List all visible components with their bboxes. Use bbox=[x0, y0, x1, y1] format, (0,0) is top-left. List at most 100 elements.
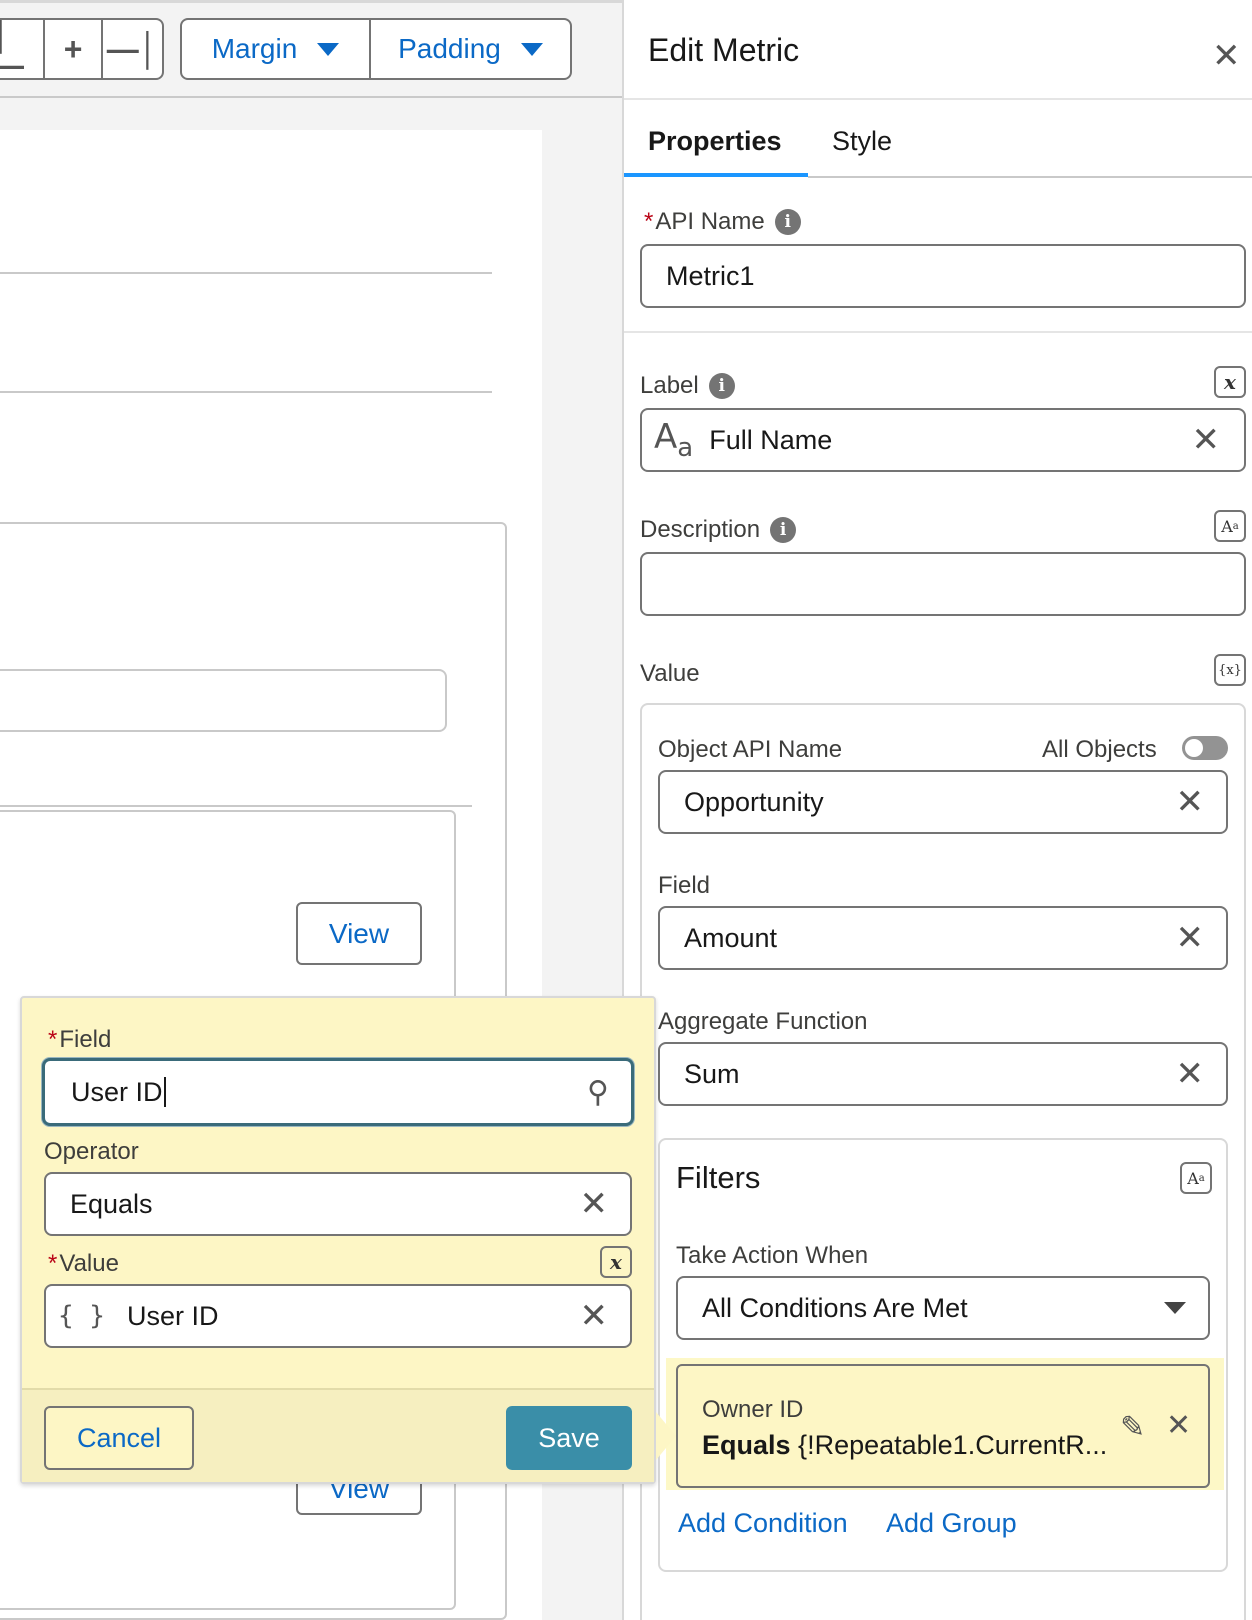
aggregate-function-input[interactable]: Sum ✕ bbox=[658, 1042, 1228, 1106]
popover-value-label: *Value bbox=[48, 1250, 119, 1278]
text-type-icon[interactable]: Aa bbox=[1214, 510, 1246, 542]
search-icon[interactable]: ⚲ bbox=[587, 1075, 609, 1110]
alignment-button-group: │— + —│ bbox=[0, 18, 164, 80]
description-input[interactable] bbox=[640, 552, 1246, 616]
field-value: Amount bbox=[684, 922, 778, 953]
required-indicator: * bbox=[48, 1026, 58, 1053]
all-objects-toggle[interactable] bbox=[1182, 736, 1228, 760]
save-button-label: Save bbox=[538, 1422, 600, 1453]
popover-field-label-text: Field bbox=[59, 1026, 112, 1053]
text-type-icon: Aa bbox=[654, 417, 694, 463]
resource-icon: { } bbox=[58, 1301, 105, 1331]
take-action-when-select[interactable]: All Conditions Are Met bbox=[676, 1276, 1210, 1340]
api-name-label-text: API Name bbox=[655, 208, 765, 235]
popover-value-input[interactable]: { } User ID ✕ bbox=[44, 1284, 632, 1348]
label-input[interactable]: Aa Full Name ✕ bbox=[640, 408, 1246, 472]
filters-title: Filters bbox=[676, 1160, 761, 1195]
padding-dropdown[interactable]: Padding bbox=[371, 20, 570, 78]
align-left-button[interactable]: │— bbox=[0, 20, 45, 78]
clear-icon[interactable]: ✕ bbox=[1176, 918, 1205, 958]
canvas-divider bbox=[0, 805, 472, 807]
required-indicator: * bbox=[48, 1250, 58, 1277]
popover-field-search-input[interactable]: User ID ⚲ bbox=[42, 1058, 634, 1126]
text-type-icon[interactable]: Aa bbox=[1180, 1162, 1212, 1194]
object-api-name-input[interactable]: Opportunity ✕ bbox=[658, 770, 1228, 834]
clear-icon[interactable]: ✕ bbox=[1176, 782, 1205, 822]
label-value: Full Name bbox=[709, 424, 833, 455]
view-button[interactable]: View bbox=[296, 902, 422, 965]
field-label: Field bbox=[658, 872, 711, 899]
align-right-button[interactable]: —│ bbox=[103, 20, 162, 78]
label-field-label-text: Label bbox=[640, 372, 699, 399]
object-api-name-label: Object API Name bbox=[658, 736, 843, 763]
aggregate-function-value: Sum bbox=[684, 1058, 740, 1089]
chevron-down-icon bbox=[1164, 1302, 1186, 1314]
description-label: Description i bbox=[640, 516, 797, 544]
variable-icon[interactable]: x bbox=[600, 1246, 632, 1278]
info-icon[interactable]: i bbox=[774, 209, 801, 235]
padding-label: Padding bbox=[398, 33, 501, 64]
align-right-icon: —│ bbox=[106, 31, 159, 67]
clear-icon[interactable]: ✕ bbox=[1176, 1054, 1205, 1094]
condition-operator: Equals bbox=[702, 1430, 791, 1460]
popover-value-label-text: Value bbox=[59, 1250, 119, 1277]
popover-field-value: User ID bbox=[71, 1076, 163, 1107]
canvas-divider bbox=[0, 391, 492, 393]
aggregate-function-label: Aggregate Function bbox=[658, 1008, 868, 1035]
popover-operator-value: Equals bbox=[70, 1188, 153, 1219]
take-action-when-value: All Conditions Are Met bbox=[702, 1292, 968, 1323]
tab-style[interactable]: Style bbox=[832, 126, 892, 157]
value-label: Value bbox=[640, 660, 700, 687]
cancel-button-label: Cancel bbox=[76, 1422, 162, 1453]
add-button[interactable]: + bbox=[45, 20, 104, 78]
tab-active-indicator bbox=[624, 173, 808, 177]
label-field-label: Label i bbox=[640, 372, 735, 400]
field-input[interactable]: Amount ✕ bbox=[658, 906, 1228, 970]
condition-expression: Equals {!Repeatable1.CurrentR... bbox=[702, 1430, 1107, 1461]
formula-icon[interactable]: {x} bbox=[1214, 654, 1246, 686]
info-icon[interactable]: i bbox=[708, 373, 735, 399]
cancel-button[interactable]: Cancel bbox=[44, 1406, 194, 1470]
add-group-link[interactable]: Add Group bbox=[886, 1508, 1017, 1539]
clear-icon[interactable]: ✕ bbox=[1192, 420, 1221, 460]
variable-icon[interactable]: x bbox=[1214, 366, 1246, 398]
popover-nubbin bbox=[656, 1412, 676, 1460]
info-icon[interactable]: i bbox=[770, 517, 797, 543]
canvas-input-placeholder bbox=[0, 669, 447, 732]
popover-operator-input[interactable]: Equals ✕ bbox=[44, 1172, 632, 1236]
close-icon[interactable]: ✕ bbox=[1212, 36, 1241, 76]
condition-value: {!Repeatable1.CurrentR... bbox=[798, 1430, 1108, 1460]
filter-condition[interactable]: Owner ID Equals {!Repeatable1.CurrentR..… bbox=[676, 1364, 1210, 1488]
filters-box bbox=[658, 1138, 1228, 1572]
align-left-icon: │— bbox=[0, 20, 43, 78]
popover-value-value: User ID bbox=[126, 1300, 219, 1331]
view-button-label: View bbox=[328, 917, 390, 949]
api-name-input[interactable]: Metric1 bbox=[640, 244, 1246, 308]
margin-dropdown[interactable]: Margin bbox=[182, 20, 371, 78]
plus-icon: + bbox=[63, 31, 83, 67]
api-name-value: Metric1 bbox=[666, 260, 755, 291]
chevron-down-icon bbox=[520, 42, 543, 56]
text-cursor bbox=[163, 1077, 166, 1107]
api-name-label: *API Name i bbox=[644, 208, 801, 236]
add-condition-link[interactable]: Add Condition bbox=[678, 1508, 848, 1539]
object-api-name-value: Opportunity bbox=[684, 786, 824, 817]
panel-header-divider bbox=[624, 98, 1252, 100]
all-objects-label: All Objects bbox=[1042, 736, 1157, 763]
clear-icon[interactable]: ✕ bbox=[580, 1184, 609, 1224]
section-divider bbox=[624, 331, 1252, 333]
pencil-icon[interactable]: ✎ bbox=[1120, 1410, 1145, 1445]
required-indicator: * bbox=[644, 208, 654, 235]
description-label-text: Description bbox=[640, 516, 761, 543]
clear-icon[interactable]: ✕ bbox=[580, 1296, 609, 1336]
remove-icon[interactable]: ✕ bbox=[1166, 1408, 1191, 1443]
popover-field-label: *Field bbox=[48, 1026, 111, 1054]
margin-label: Margin bbox=[211, 33, 298, 64]
toolbar-divider bbox=[0, 96, 622, 98]
popover-operator-label: Operator bbox=[44, 1138, 139, 1165]
save-button[interactable]: Save bbox=[506, 1406, 632, 1470]
canvas-divider bbox=[0, 272, 492, 274]
tab-properties[interactable]: Properties bbox=[648, 126, 782, 157]
condition-field: Owner ID bbox=[702, 1396, 804, 1423]
take-action-when-label: Take Action When bbox=[676, 1242, 869, 1269]
